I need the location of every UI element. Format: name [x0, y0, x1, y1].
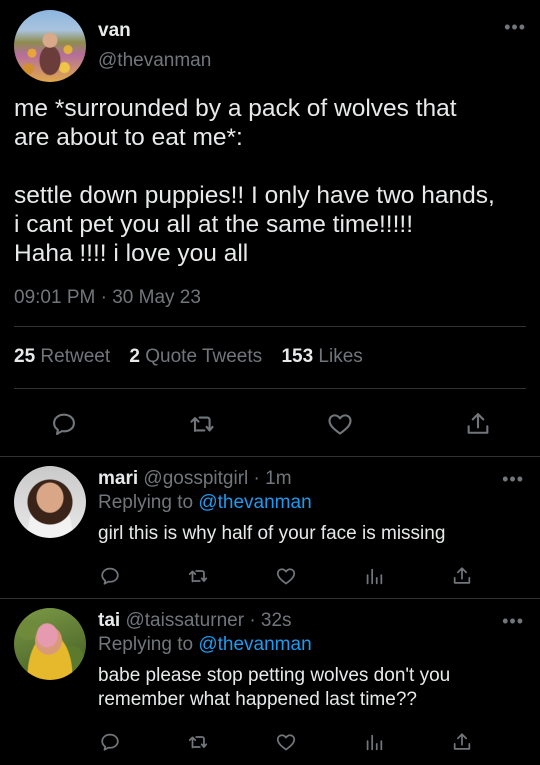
reply-time: · 32s: [249, 610, 292, 631]
analytics-button[interactable]: [358, 726, 390, 758]
analytics-button[interactable]: [358, 560, 390, 592]
tweet-text-line: me *surrounded by a pack of wolves that: [14, 95, 457, 122]
divider: [14, 388, 526, 389]
like-icon: [276, 734, 296, 751]
like-button[interactable]: [270, 560, 302, 592]
retweet-icon: [190, 416, 214, 433]
replying-to: Replying to @thevanman: [98, 492, 312, 514]
more-icon[interactable]: •••: [502, 470, 524, 488]
like-button[interactable]: [318, 402, 362, 446]
share-icon: [453, 567, 471, 584]
retweet-stat[interactable]: 25 Retweet: [14, 346, 110, 367]
tweet-text-line: are about to eat me*:: [14, 124, 243, 151]
avatar[interactable]: [14, 466, 86, 538]
share-icon: [467, 413, 489, 434]
avatar[interactable]: [14, 608, 86, 680]
user-handle[interactable]: @thevanman: [98, 50, 211, 72]
tweet-stats: 25 Retweet 2 Quote Tweets 153 Likes: [14, 346, 377, 368]
tweet-action-bar: [0, 402, 540, 446]
reply-text-line: girl this is why half of your face is mi…: [98, 523, 446, 544]
reply-tweet[interactable]: mari @gosspitgirl · 1m ••• Replying to @…: [0, 456, 540, 598]
reply-button[interactable]: [42, 402, 86, 446]
user-handle[interactable]: @gosspitgirl: [143, 468, 248, 489]
quote-stat[interactable]: 2 Quote Tweets: [129, 346, 262, 367]
reply-header: mari @gosspitgirl · 1m: [98, 468, 292, 490]
retweet-icon: [188, 736, 208, 749]
divider: [14, 326, 526, 327]
like-button[interactable]: [270, 726, 302, 758]
tweet-text-line: Haha !!!! i love you all: [14, 240, 249, 267]
reply-text-line: babe please stop petting wolves don't yo…: [98, 665, 451, 686]
avatar[interactable]: [14, 10, 86, 82]
tweet-timestamp[interactable]: 09:01 PM · 30 May 23: [14, 287, 201, 309]
replying-to: Replying to @thevanman: [98, 634, 312, 656]
reply-header: tai @taissaturner · 32s: [98, 610, 292, 632]
replying-to-label: Replying to: [98, 492, 194, 513]
tweet-text-line: settle down puppies!! I only have two ha…: [14, 182, 495, 209]
retweet-label: Retweet: [40, 346, 111, 367]
quote-count: 2: [129, 346, 140, 367]
reply-button[interactable]: [94, 560, 126, 592]
reply-button[interactable]: [94, 726, 126, 758]
share-button[interactable]: [446, 560, 478, 592]
more-icon[interactable]: •••: [504, 18, 526, 36]
retweet-button[interactable]: [180, 402, 224, 446]
share-icon: [453, 733, 471, 750]
retweet-icon: [188, 570, 208, 583]
user-handle[interactable]: @taissaturner: [125, 610, 244, 631]
reply-action-bar: [0, 560, 540, 592]
reply-tweet[interactable]: tai @taissaturner · 32s ••• Replying to …: [0, 598, 540, 765]
like-stat[interactable]: 153 Likes: [281, 346, 362, 367]
tweet-text: me *surrounded by a pack of wolves that …: [14, 94, 530, 268]
display-name[interactable]: van: [98, 20, 131, 42]
reply-action-bar: [0, 726, 540, 758]
reply-text: babe please stop petting wolves don't yo…: [98, 664, 518, 712]
analytics-icon: [366, 734, 383, 751]
like-icon: [276, 568, 296, 585]
analytics-icon: [366, 568, 383, 585]
replying-to-link[interactable]: @thevanman: [198, 634, 311, 655]
display-name[interactable]: tai: [98, 610, 120, 631]
like-label: Likes: [318, 346, 363, 367]
share-button[interactable]: [456, 402, 500, 446]
reply-time: · 1m: [253, 468, 292, 489]
main-tweet-header: van @thevanman •••: [14, 10, 526, 82]
reply-icon: [101, 733, 119, 751]
reply-icon: [101, 567, 119, 585]
retweet-button[interactable]: [182, 560, 214, 592]
like-icon: [328, 414, 352, 435]
like-count: 153: [281, 346, 314, 367]
tweet-text-line: i cant pet you all at the same time!!!!!: [14, 211, 413, 238]
retweet-count: 25: [14, 346, 36, 367]
display-name[interactable]: mari: [98, 468, 138, 489]
share-button[interactable]: [446, 726, 478, 758]
more-icon[interactable]: •••: [502, 612, 524, 630]
retweet-button[interactable]: [182, 726, 214, 758]
replying-to-link[interactable]: @thevanman: [198, 492, 311, 513]
reply-text: girl this is why half of your face is mi…: [98, 522, 518, 546]
reply-text-line: remember what happened last time??: [98, 689, 417, 710]
replying-to-label: Replying to: [98, 634, 194, 655]
quote-label: Quote Tweets: [145, 346, 263, 367]
reply-icon: [53, 413, 75, 435]
